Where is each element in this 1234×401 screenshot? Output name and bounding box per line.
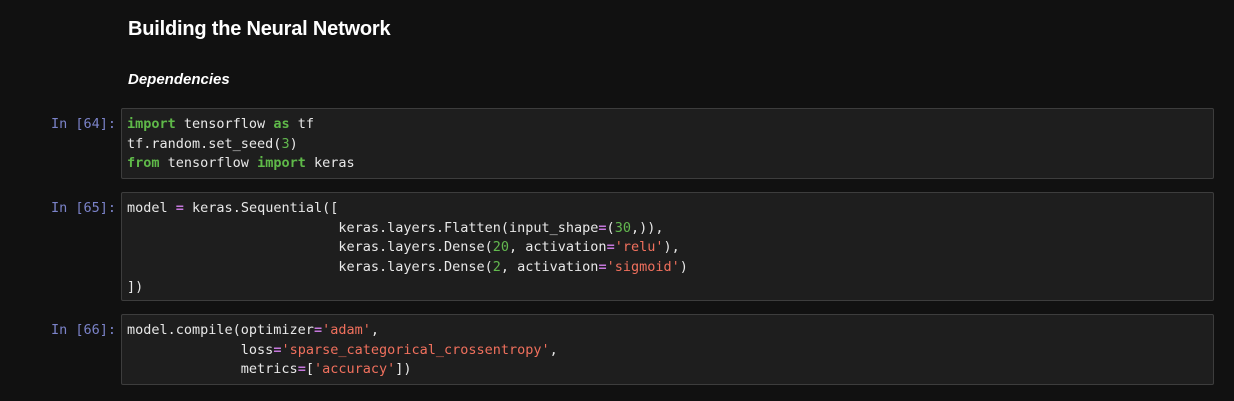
code-line: model.compile(optimizer='adam', bbox=[127, 322, 379, 338]
code-editor[interactable]: import tensorflow as tf tf.random.set_se… bbox=[121, 108, 1214, 179]
cell-prompt: In [66]: bbox=[50, 322, 116, 338]
cell-prompt: In [64]: bbox=[50, 116, 116, 132]
code-line: loss='sparse_categorical_crossentropy', bbox=[127, 341, 558, 358]
section-subheading: Dependencies bbox=[128, 71, 230, 88]
code-line: metrics=['accuracy']) bbox=[127, 361, 412, 378]
cell-prompt: In [65]: bbox=[50, 200, 116, 216]
code-text: import tensorflow as tf tf.random.set_se… bbox=[127, 115, 1213, 174]
code-line: keras.layers.Dense(2, activation='sigmoi… bbox=[127, 259, 688, 276]
code-editor[interactable]: model = keras.Sequential([ keras.layers.… bbox=[121, 192, 1214, 301]
code-editor[interactable]: model.compile(optimizer='adam', loss='sp… bbox=[121, 314, 1214, 385]
code-text: model.compile(optimizer='adam', loss='sp… bbox=[127, 321, 1213, 380]
code-line: keras.layers.Flatten(input_shape=(30,)), bbox=[127, 219, 664, 236]
code-line: from tensorflow import keras bbox=[127, 155, 355, 172]
code-line: tf.random.set_seed(3) bbox=[127, 135, 298, 152]
code-line: ]) bbox=[127, 278, 144, 295]
code-line: keras.layers.Dense(20, activation='relu'… bbox=[127, 239, 680, 256]
code-line: model = keras.Sequential([ bbox=[127, 200, 339, 216]
code-line: import tensorflow as tf bbox=[127, 116, 314, 132]
code-text: model = keras.Sequential([ keras.layers.… bbox=[127, 199, 1213, 298]
section-heading: Building the Neural Network bbox=[128, 18, 391, 40]
